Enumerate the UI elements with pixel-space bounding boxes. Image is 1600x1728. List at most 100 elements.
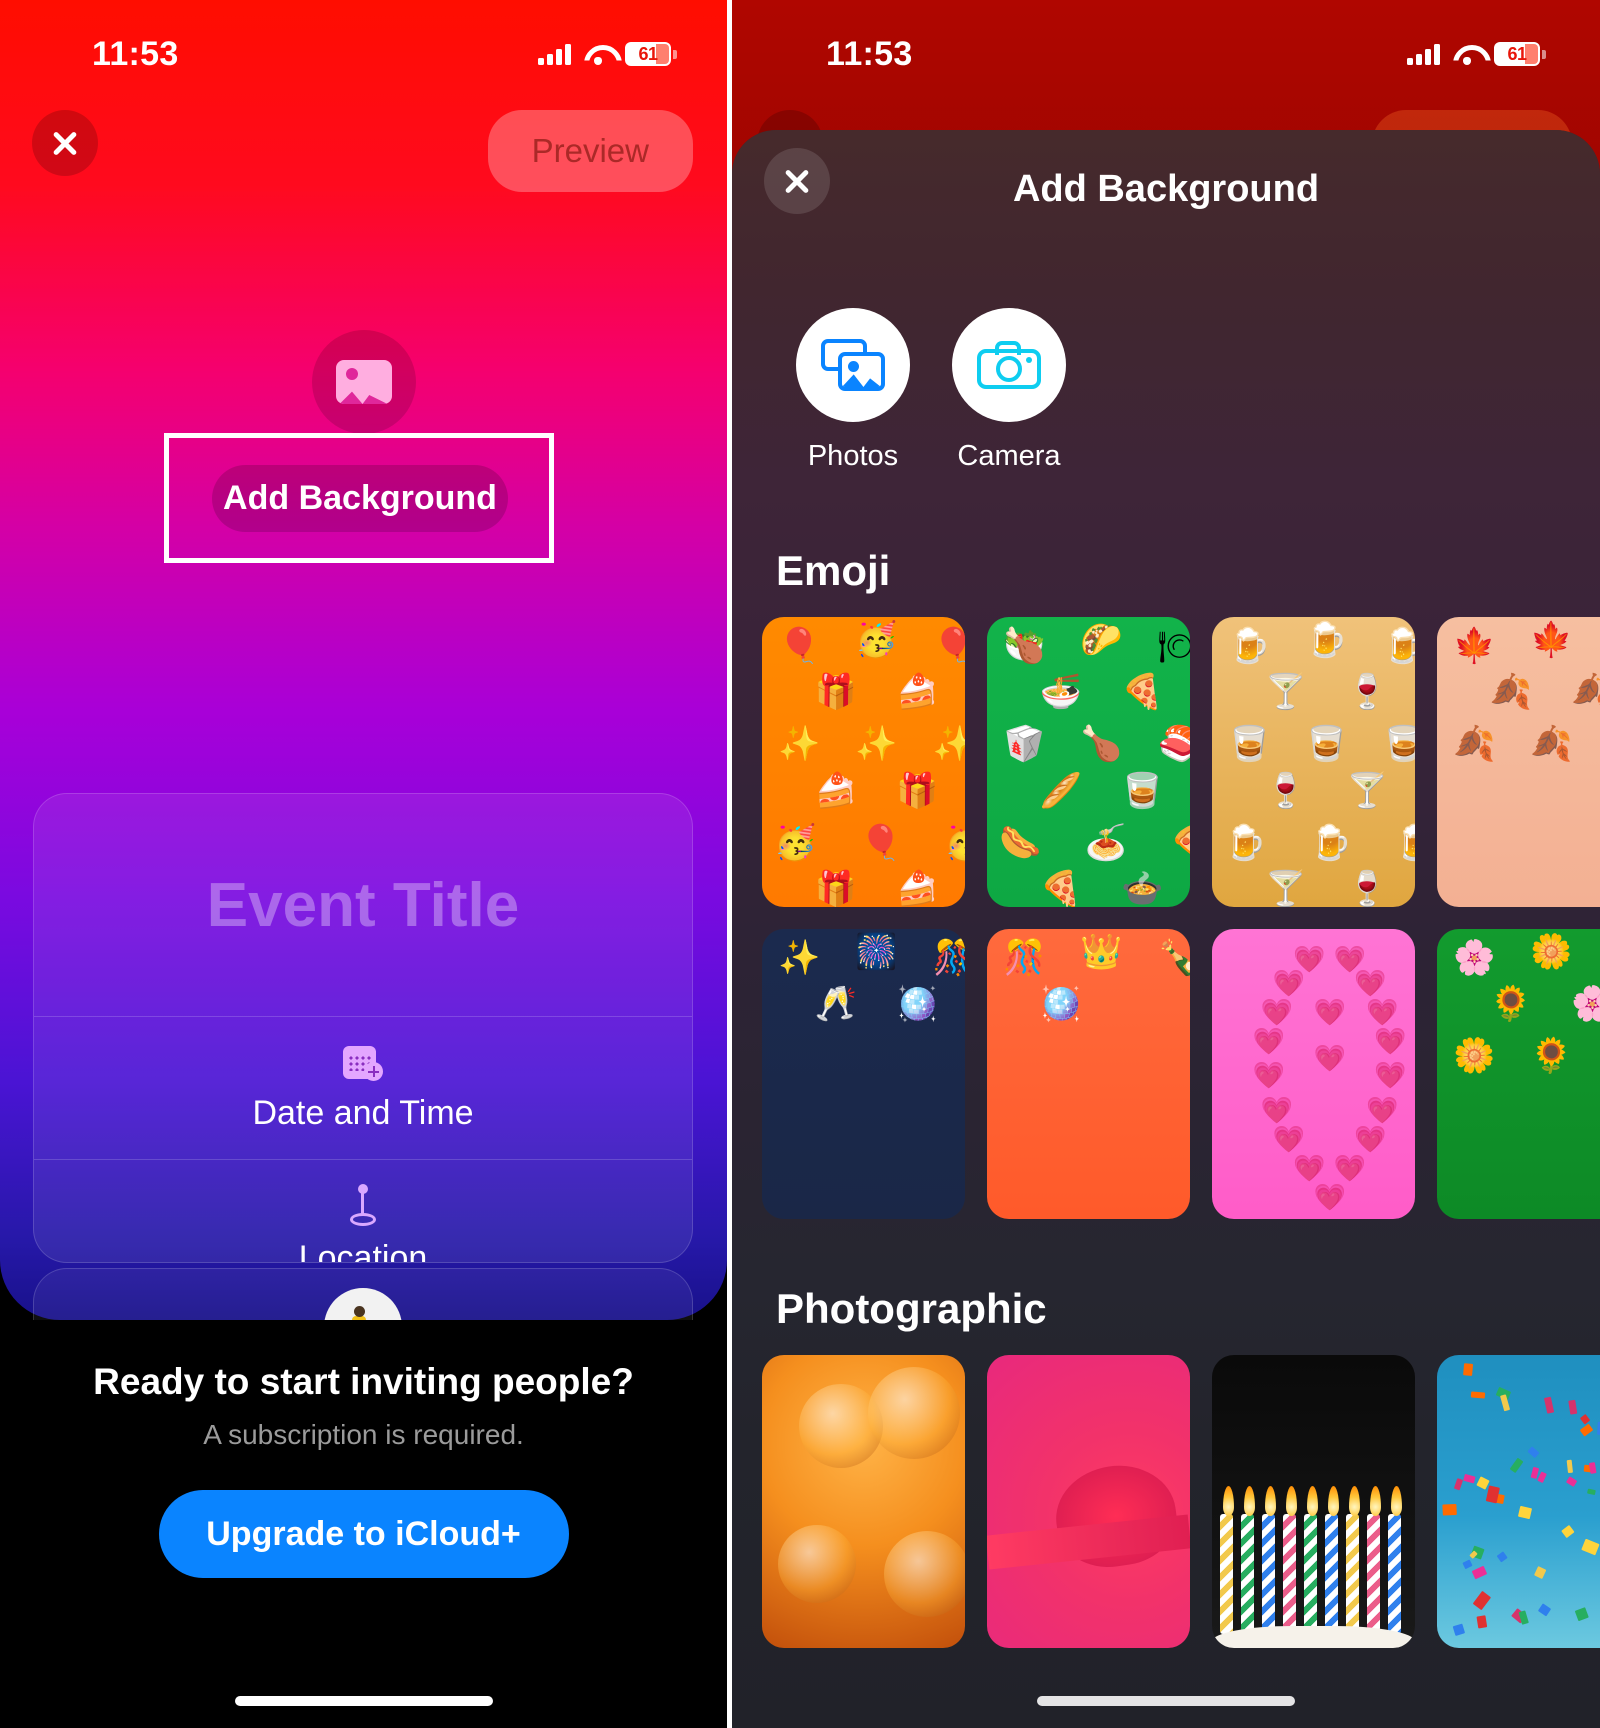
emoji-glyph: 🍕 xyxy=(1121,675,1163,709)
candle xyxy=(1367,1514,1380,1634)
emoji-glyph: 💗 xyxy=(1374,1062,1406,1088)
emoji-glyph: 💗 xyxy=(1273,970,1305,996)
emoji-glyph: 🎁 xyxy=(815,675,857,709)
confetti-piece xyxy=(1463,1559,1473,1568)
hearts-emoji-background[interactable]: 💗 💗 💗 💗 💗 💗 💗 💗 💗 💗 💗 💗 💗 💗 💗 💗 💗 💗 💗 xyxy=(1212,929,1415,1219)
emoji-glyph: 🍁 xyxy=(1530,623,1572,657)
confetti-piece xyxy=(1568,1400,1577,1414)
autumn-leaves-emoji-background[interactable]: 🍁🍁🍁🍂🍂🍂🍂 xyxy=(1437,617,1600,907)
emoji-glyph: 🍁 xyxy=(1453,629,1495,663)
photos-library-icon xyxy=(821,339,885,391)
candle xyxy=(1388,1514,1401,1634)
emoji-glyph: 🥖 xyxy=(1040,774,1082,808)
glass xyxy=(868,1367,960,1459)
emoji-glyph: 🍂 xyxy=(1530,727,1572,761)
confetti-piece xyxy=(1580,1423,1594,1436)
emoji-glyph: 🍜 xyxy=(1040,675,1082,709)
food-emoji-background[interactable]: 🥗🌮🍽🍜🍕🥡🍗🍣🥖🥃🌭🍝🍕🍕🍲🍗 xyxy=(987,617,1190,907)
emoji-glyph: 🪩 xyxy=(896,987,938,1021)
emoji-glyph: 💗 xyxy=(1314,999,1346,1025)
emoji-glyph: 🍾 xyxy=(1158,941,1190,975)
flame xyxy=(1265,1486,1276,1516)
emoji-glyph: ✨ xyxy=(855,727,897,761)
cocktail-glasses-photo[interactable] xyxy=(762,1355,965,1648)
glass xyxy=(884,1531,965,1617)
birthday-party-emoji-background[interactable]: 🎈🥳🎈🎁🍰✨✨✨🍰🎁🥳🎈🥳🎁🍰 xyxy=(762,617,965,907)
home-indicator[interactable] xyxy=(1037,1696,1295,1706)
cellular-signal-icon xyxy=(1407,43,1440,65)
emoji-glyph: ✨ xyxy=(778,941,820,975)
candle xyxy=(1325,1514,1338,1634)
birthday-candles-photo[interactable] xyxy=(1212,1355,1415,1648)
emoji-glyph: 🍺 xyxy=(1305,623,1347,657)
wifi-icon xyxy=(584,44,612,65)
flame xyxy=(1370,1486,1381,1516)
close-icon xyxy=(50,128,80,158)
confetti-photo[interactable] xyxy=(1437,1355,1600,1648)
pink-gift-ribbon-photo[interactable] xyxy=(987,1355,1190,1648)
emoji-glyph: 🍂 xyxy=(1490,675,1532,709)
candle xyxy=(1304,1514,1317,1634)
status-bar-clock: 11:53 xyxy=(780,35,913,74)
emoji-glyph: 🥃 xyxy=(1121,774,1163,808)
preview-button[interactable]: Preview xyxy=(488,110,693,192)
emoji-glyph: 💗 xyxy=(1253,1062,1285,1088)
sheet-title: Add Background xyxy=(732,168,1600,211)
emoji-glyph: 🍂 xyxy=(1453,727,1495,761)
sheet-close-button[interactable] xyxy=(764,148,830,214)
confetti-piece xyxy=(1443,1504,1457,1516)
confetti-piece xyxy=(1534,1566,1546,1579)
emoji-glyph: 🥃 xyxy=(1228,727,1270,761)
emoji-glyph: 🍗 xyxy=(1080,727,1122,761)
photographic-background-grid[interactable] xyxy=(732,1355,1600,1648)
close-button[interactable] xyxy=(32,110,98,176)
confetti-piece xyxy=(1527,1446,1539,1458)
confetti-piece xyxy=(1476,1615,1487,1628)
emoji-glyph: 💗 xyxy=(1314,1045,1346,1071)
candle xyxy=(1220,1514,1233,1634)
source-options-row: Photos Camera xyxy=(732,248,1600,473)
confetti-piece xyxy=(1538,1603,1551,1616)
emoji-glyph: 💗 xyxy=(1314,1184,1346,1210)
emoji-glyph: 🪩 xyxy=(1040,987,1082,1021)
emoji-background-grid[interactable]: 🎈🥳🎈🎁🍰✨✨✨🍰🎁🥳🎈🥳🎁🍰🥗🌮🍽🍜🍕🥡🍗🍣🥖🥃🌭🍝🍕🍕🍲🍗🍺🍺🍺🍸🍷🥃🥃🥃🍷… xyxy=(732,617,1600,1219)
upsell-headline: Ready to start inviting people? xyxy=(93,1361,634,1403)
emoji-glyph: 🥳 xyxy=(774,826,816,860)
add-background-button[interactable]: Add Background xyxy=(212,465,508,532)
emoji-glyph: 🍺 xyxy=(1395,826,1415,860)
emoji-glyph: 🍸 xyxy=(1346,774,1388,808)
emoji-glyph: 🌻 xyxy=(1490,987,1532,1021)
location-row[interactable]: Location xyxy=(34,1160,692,1263)
status-bar: 11:53 61 xyxy=(0,0,727,108)
emoji-glyph: 🍺 xyxy=(1228,629,1270,663)
upgrade-to-icloud-button[interactable]: Upgrade to iCloud+ xyxy=(159,1490,569,1578)
confetti-piece xyxy=(1473,1591,1492,1610)
emoji-glyph: 🍝 xyxy=(1084,826,1126,860)
battery-icon: 61 xyxy=(1494,42,1540,66)
emoji-glyph: 🍰 xyxy=(815,774,857,808)
flowers-emoji-background[interactable]: 🌸🌼🌸🌻🌸🌼🌻 xyxy=(1437,929,1600,1219)
celebration-crown-emoji-background[interactable]: 🎊 👑 🍾 🪩 xyxy=(987,929,1190,1219)
photos-source-button[interactable]: Photos xyxy=(796,308,910,473)
emoji-glyph: 💗 xyxy=(1253,1028,1285,1054)
map-pin-icon xyxy=(348,1184,378,1226)
camera-source-button[interactable]: Camera xyxy=(952,308,1066,473)
drinks-emoji-background[interactable]: 🍺🍺🍺🍸🍷🥃🥃🥃🍷🍸🍺🍺🍺🍸🍷 xyxy=(1212,617,1415,907)
confetti-piece xyxy=(1575,1607,1589,1621)
emoji-glyph: 🍺 xyxy=(1383,629,1415,663)
emoji-glyph: 🥳 xyxy=(855,623,897,657)
confetti-piece xyxy=(1544,1396,1554,1413)
emoji-glyph: 🥳 xyxy=(945,826,965,860)
home-indicator[interactable] xyxy=(235,1696,493,1706)
emoji-glyph: 🥂 xyxy=(815,987,857,1021)
photo-placeholder-icon xyxy=(312,330,416,434)
right-phone-screen: 11:53 61 Add Background Photos Camera Em… xyxy=(732,0,1600,1728)
event-title-input[interactable]: Event Title xyxy=(34,794,692,1016)
fireworks-emoji-background[interactable]: ✨ 🎆 🎊 🥂 🪩 xyxy=(762,929,965,1219)
date-and-time-row[interactable]: Date and Time xyxy=(34,1017,692,1159)
flame xyxy=(1223,1486,1234,1516)
emoji-glyph: 💗 xyxy=(1374,1028,1406,1054)
confetti-piece xyxy=(1566,1476,1577,1487)
emoji-glyph: 💗 xyxy=(1261,999,1293,1025)
flame xyxy=(1328,1486,1339,1516)
